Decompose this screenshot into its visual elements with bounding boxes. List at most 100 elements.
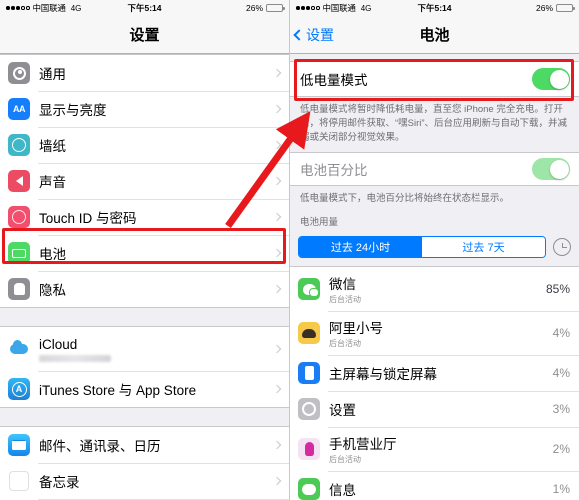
low-power-mode-row[interactable]: 低电量模式 (290, 62, 579, 96)
sidebar-item-mail-contacts-calendars[interactable]: 邮件、通讯录、日历 (0, 427, 289, 463)
battery-usage-percent: 4% (552, 326, 570, 341)
battery-icon (266, 4, 285, 12)
settings-group-apps: 邮件、通讯录、日历 备忘录 提醒事项 (0, 426, 289, 500)
redacted-account-subtitle (39, 354, 111, 362)
chevron-right-icon (272, 68, 282, 78)
battery-usage-section-header: 电池用量 (290, 208, 579, 233)
mobile-hall-icon (298, 438, 320, 461)
left-phone-settings-screen: 中国联通 4G 下午5:14 26% 设置 通用 AA 显示与亮度 墙纸 声音 … (0, 0, 290, 500)
battery-percentage-toggle[interactable] (532, 158, 570, 181)
battery-usage-percent: 1% (552, 482, 570, 497)
sidebar-item-notes[interactable]: 备忘录 (0, 463, 289, 499)
settings-group-accounts: iCloud A iTunes Store 与 App Store (0, 326, 289, 408)
row-label: 显示与亮度 (39, 103, 107, 118)
clock-icon[interactable] (553, 238, 571, 257)
chevron-right-icon (272, 248, 282, 258)
sidebar-item-touchid-passcode[interactable]: Touch ID 与密码 (0, 199, 289, 235)
home-lock-screen-icon (298, 362, 320, 385)
icloud-icon (8, 338, 30, 360)
battery-percent-label: 26% (535, 3, 553, 13)
battery-usage-percent: 3% (552, 402, 570, 417)
low-power-mode-label: 低电量模式 (300, 73, 368, 88)
low-power-mode-footnote: 低电量模式将暂时降低耗电量，直至您 iPhone 完全充电。打开后，将停用邮件获… (290, 97, 579, 153)
chevron-right-icon (272, 284, 282, 294)
battery-icon (556, 4, 575, 12)
battery-percentage-footnote: 低电量模式下，电池百分比将始终在状态栏显示。 (290, 186, 579, 209)
time-range-segmented-control-wrap: 过去 24小时 过去 7天 (290, 232, 579, 267)
settings-group-system: 通用 AA 显示与亮度 墙纸 声音 Touch ID 与密码 电池 隐私 (0, 54, 289, 308)
low-power-mode-toggle[interactable] (532, 68, 570, 90)
touchid-icon (8, 206, 30, 228)
row-text: 阿里小号 后台活动 (329, 317, 383, 349)
notes-icon (8, 470, 30, 492)
list-item[interactable]: 信息 1% (290, 471, 579, 500)
battery-percentage-group: 电池百分比 (290, 152, 579, 187)
battery-usage-percent: 4% (552, 366, 570, 381)
chevron-left-icon (293, 28, 305, 41)
group-gap (0, 308, 289, 326)
row-label: 邮件、通讯录、日历 (39, 439, 161, 454)
display-brightness-icon: AA (8, 98, 30, 120)
list-item[interactable]: 微信 后台活动 85% (290, 267, 579, 312)
battery-usage-percent: 2% (552, 442, 570, 457)
low-power-group: 低电量模式 (290, 61, 579, 97)
sidebar-item-sounds[interactable]: 声音 (0, 163, 289, 199)
segment-last-24-hours[interactable]: 过去 24小时 (299, 237, 422, 258)
app-name: 阿里小号 (329, 321, 383, 337)
battery-usage-percent: 85% (545, 282, 570, 297)
row-label: 声音 (39, 175, 66, 190)
ali-xiaohao-icon (298, 322, 320, 345)
back-button[interactable]: 设置 (290, 25, 334, 45)
row-text: 微信 后台活动 (329, 273, 361, 305)
chevron-right-icon (272, 104, 282, 114)
app-name: 微信 (329, 277, 356, 293)
segment-last-7-days[interactable]: 过去 7天 (422, 237, 545, 258)
row-label: 电池 (39, 247, 66, 262)
row-label: 隐私 (39, 283, 66, 298)
sound-icon (8, 170, 30, 192)
battery-icon (8, 242, 30, 264)
mail-icon (8, 434, 30, 456)
app-name: 信息 (329, 483, 356, 499)
battery-usage-list: 微信 后台活动 85% 阿里小号 后台活动 4% 主屏幕与锁定屏幕 4% 设置 … (290, 266, 579, 500)
battery-percentage-row[interactable]: 电池百分比 (290, 153, 579, 186)
app-activity-subtitle: 后台活动 (329, 295, 361, 305)
sidebar-item-battery[interactable]: 电池 (0, 235, 289, 271)
chevron-right-icon (272, 140, 282, 150)
row-label: iCloud (39, 336, 78, 352)
chevron-right-icon (272, 176, 282, 186)
sidebar-item-icloud[interactable]: iCloud (0, 327, 289, 371)
sidebar-item-privacy[interactable]: 隐私 (0, 271, 289, 307)
battery-percent-label: 26% (245, 3, 263, 13)
back-button-label: 设置 (306, 26, 334, 43)
wallpaper-icon (8, 134, 30, 156)
list-item[interactable]: 阿里小号 后台活动 4% (290, 311, 579, 356)
battery-settings-scroll[interactable]: 低电量模式 低电量模式将暂时降低耗电量，直至您 iPhone 完全充电。打开后，… (290, 54, 579, 500)
list-item[interactable]: 手机营业厅 后台活动 2% (290, 427, 579, 472)
nav-bar-right: 设置 电池 (290, 16, 579, 54)
settings-list-scroll[interactable]: 通用 AA 显示与亮度 墙纸 声音 Touch ID 与密码 电池 隐私 iCl… (0, 54, 289, 500)
right-phone-battery-screen: 中国联通 4G 下午5:14 26% 设置 电池 低电量模式 低电量模式将暂时降… (290, 0, 579, 500)
app-activity-subtitle: 后台活动 (329, 455, 361, 465)
sidebar-item-general[interactable]: 通用 (0, 55, 289, 91)
privacy-hand-icon (8, 278, 30, 300)
row-label: iTunes Store 与 App Store (39, 383, 197, 398)
list-item[interactable]: 主屏幕与锁定屏幕 4% (290, 355, 579, 392)
sidebar-item-itunes-appstore[interactable]: A iTunes Store 与 App Store (0, 371, 289, 407)
gear-icon (8, 62, 30, 84)
sidebar-item-display-brightness[interactable]: AA 显示与亮度 (0, 91, 289, 127)
wechat-icon (298, 278, 320, 301)
battery-percentage-label: 电池百分比 (300, 163, 368, 179)
status-bar-left: 中国联通 4G 下午5:14 26% (0, 0, 289, 16)
status-bar-right-group: 26% (535, 3, 575, 13)
time-range-segmented-control[interactable]: 过去 24小时 过去 7天 (298, 236, 546, 259)
list-item[interactable]: 设置 3% (290, 391, 579, 428)
chevron-right-icon (272, 440, 282, 450)
app-name: 主屏幕与锁定屏幕 (329, 367, 437, 383)
nav-bar-left: 设置 (0, 16, 289, 54)
messages-icon (298, 478, 320, 500)
app-name: 设置 (329, 403, 356, 419)
sidebar-item-wallpaper[interactable]: 墙纸 (0, 127, 289, 163)
row-label: 墙纸 (39, 139, 66, 154)
row-text: 手机营业厅 后台活动 (329, 433, 397, 465)
